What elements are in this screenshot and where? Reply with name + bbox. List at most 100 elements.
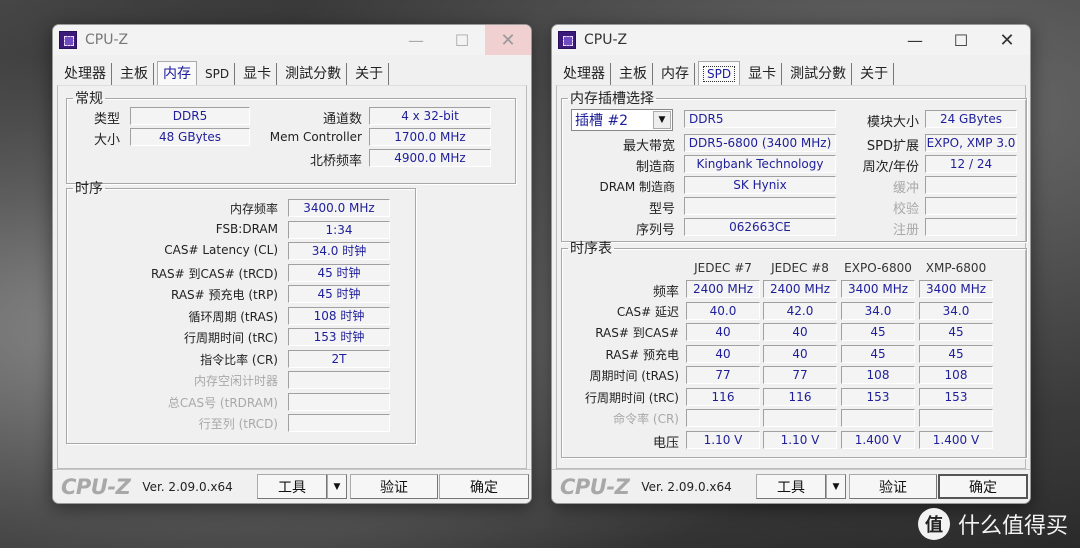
title-bar: CPU-Z — ☐ ✕ — [53, 25, 531, 55]
maximize-button[interactable]: ☐ — [439, 25, 485, 55]
chevron-down-icon[interactable]: ▼ — [653, 111, 671, 129]
timing-row-label: 周期时间 (tRAS) — [589, 369, 679, 383]
timing-cell — [763, 409, 837, 427]
timing-cell: 2400 MHz — [763, 280, 837, 298]
tools-button[interactable]: 工具 — [756, 474, 826, 499]
timing-cell: 40 — [686, 323, 760, 341]
minimize-button[interactable]: — — [393, 25, 439, 55]
close-button[interactable]: ✕ — [984, 25, 1030, 55]
timing-cell: 1.400 V — [919, 430, 993, 449]
tab-bench[interactable]: 測試分數 — [785, 63, 853, 85]
validate-button[interactable]: 验证 — [849, 474, 937, 499]
channels-value: 4 x 32-bit — [369, 107, 491, 125]
timing-cell: 77 — [763, 366, 837, 384]
timing-cell: 40 — [686, 344, 760, 363]
timing-row-label: 行周期时间 (tRC) — [584, 390, 679, 405]
timing-cell: 3400 MHz — [919, 280, 993, 298]
timing-cell: 1.10 V — [686, 430, 760, 449]
tab-cpu[interactable]: 处理器 — [558, 63, 611, 85]
tab-bench[interactable]: 測試分數 — [280, 63, 348, 85]
timing-cell: 45 — [841, 344, 915, 363]
timing-cell: 3400 MHz — [841, 280, 915, 298]
ok-button[interactable]: 确定 — [439, 474, 529, 499]
cpuz-brand-logo: CPU-Z — [560, 474, 630, 499]
timing-label: 行周期时间 (tRC) — [183, 331, 278, 345]
slot-select-value: 插槽 #2 — [575, 113, 629, 129]
tab-graphics[interactable]: 显卡 — [238, 63, 278, 85]
timing-value: 45 时钟 — [288, 263, 390, 282]
timing-cell: 2400 MHz — [686, 280, 760, 298]
cpuz-window-spd: CPU-Z — ☐ ✕ 处理器 主板 内存 SPD 显卡 測試分數 关于 内存插… — [551, 24, 1031, 504]
validate-button[interactable]: 验证 — [350, 474, 438, 499]
timing-value: 108 时钟 — [288, 306, 390, 325]
timing-value: 45 时钟 — [288, 285, 390, 303]
tab-cpu[interactable]: 处理器 — [59, 63, 112, 85]
ecc-label: 校验 — [892, 202, 919, 217]
tools-button[interactable]: 工具 — [257, 474, 327, 499]
max-bandwidth-label: 最大带宽 — [622, 139, 675, 154]
manufacturer-value: Kingbank Technology — [684, 155, 836, 173]
slot-select[interactable]: 插槽 #2 ▼ — [571, 109, 673, 131]
timing-cell: 42.0 — [763, 301, 837, 320]
serial-number-value: 062663CE — [684, 218, 836, 236]
tab-mainboard[interactable]: 主板 — [115, 63, 154, 85]
maximize-button[interactable]: ☐ — [938, 25, 984, 55]
tab-spd[interactable]: SPD — [200, 63, 236, 85]
northbridge-label: 北桥频率 — [309, 154, 362, 169]
type-value: DDR5 — [130, 107, 250, 125]
ecc-value — [925, 197, 1017, 215]
column-header: JEDEC #7 — [694, 261, 752, 275]
tools-dropdown-arrow-icon[interactable]: ▼ — [826, 474, 846, 499]
column-header: JEDEC #8 — [771, 261, 829, 275]
tab-about[interactable]: 关于 — [855, 63, 895, 85]
timing-label: FSB:DRAM — [215, 221, 278, 236]
version-text: Ver. 2.09.0.x64 — [641, 479, 732, 494]
timing-cell: 1.400 V — [841, 430, 915, 449]
memory-panel: 常规 类型 DDR5 大小 48 GBytes 通道数 4 x 32-bit M… — [57, 85, 527, 469]
timing-cell: 45 — [841, 323, 915, 341]
spd-ext-value: EXPO, XMP 3.0 — [925, 134, 1017, 152]
tab-memory[interactable]: 内存 — [157, 61, 197, 86]
mem-controller-value: 1700.0 MHz — [369, 128, 491, 146]
footer-bar: CPU-Z Ver. 2.09.0.x64 工具 ▼ 验证 确定 — [552, 469, 1030, 503]
timing-cell: 108 — [919, 366, 993, 384]
timing-value: 1:34 — [288, 220, 390, 239]
timing-row-label: RAS# 预充电 — [605, 347, 679, 362]
timing-cell: 45 — [919, 323, 993, 341]
tab-graphics[interactable]: 显卡 — [743, 63, 783, 85]
cpuz-window-memory: CPU-Z — ☐ ✕ 处理器 主板 内存 SPD 显卡 測試分數 关于 常规 … — [52, 24, 532, 504]
dram-manufacturer-label: DRAM 制造商 — [599, 180, 675, 194]
cpuz-app-icon — [558, 31, 576, 49]
ok-button[interactable]: 确定 — [938, 474, 1028, 499]
timing-value: 153 时钟 — [288, 328, 390, 346]
tab-about[interactable]: 关于 — [350, 63, 390, 85]
tab-spd[interactable]: SPD — [698, 61, 741, 86]
part-number-label: 型号 — [648, 202, 675, 217]
tab-mainboard[interactable]: 主板 — [614, 63, 653, 85]
timing-cell — [841, 409, 915, 427]
timing-label: RAS# 到CAS# (tRCD) — [150, 266, 278, 281]
module-size-label: 模块大小 — [866, 115, 919, 130]
general-legend: 常规 — [75, 91, 103, 107]
timing-cell: 116 — [763, 387, 837, 406]
footer-bar: CPU-Z Ver. 2.09.0.x64 工具 ▼ 验证 确定 — [53, 469, 531, 503]
timing-label: 行至列 (tRCD) — [198, 417, 278, 431]
tools-dropdown-arrow-icon[interactable]: ▼ — [327, 474, 347, 499]
timing-table-legend: 时序表 — [570, 241, 612, 257]
tab-spd-label: SPD — [702, 66, 736, 82]
close-button[interactable]: ✕ — [485, 25, 531, 55]
tab-memory[interactable]: 内存 — [656, 63, 695, 85]
timing-label: CAS# Latency (CL) — [164, 243, 278, 257]
timing-label: 循环周期 (tRAS) — [188, 309, 278, 324]
timing-row-label: 频率 — [652, 285, 679, 300]
week-year-label: 周次/年份 — [862, 160, 919, 175]
northbridge-value: 4900.0 MHz — [369, 149, 491, 167]
mem-controller-label: Mem Controller — [269, 130, 362, 144]
serial-number-label: 序列号 — [635, 223, 675, 238]
timing-cell: 116 — [686, 387, 760, 406]
timing-cell: 45 — [919, 344, 993, 363]
manufacturer-label: 制造商 — [635, 160, 675, 175]
mem-type-value: DDR5 — [684, 110, 836, 128]
minimize-button[interactable]: — — [892, 25, 938, 55]
timing-value — [288, 392, 390, 411]
